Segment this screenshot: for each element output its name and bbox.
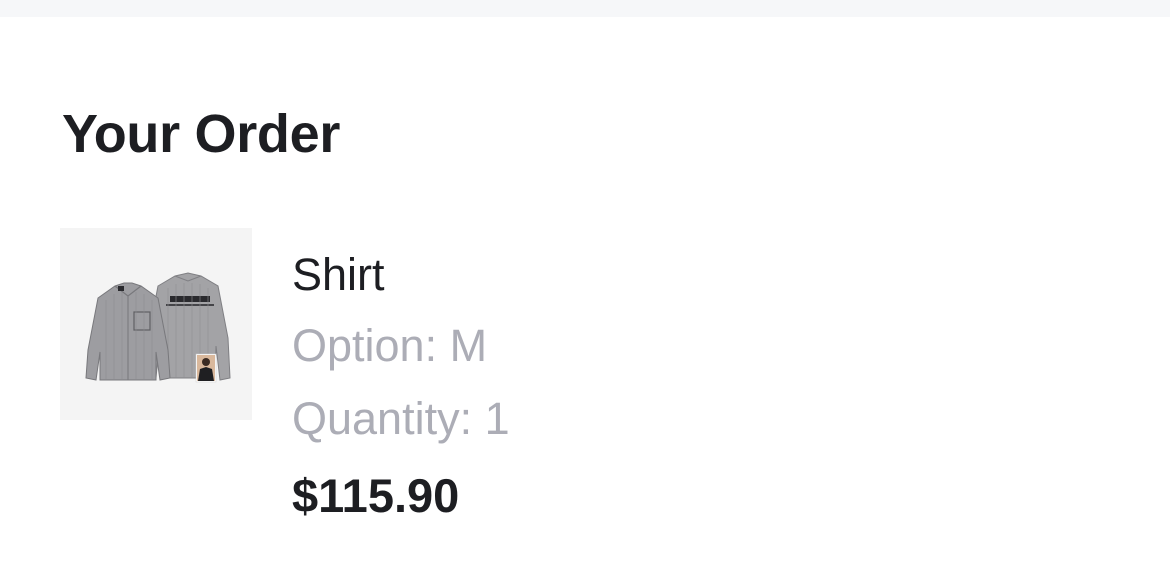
item-quantity: Quantity: 1 xyxy=(292,393,510,444)
top-bar xyxy=(0,0,1170,17)
item-name: Shirt xyxy=(292,249,385,300)
order-item: Shirt Option: M Quantity: 1 $115.90 xyxy=(60,228,760,528)
item-price: $115.90 xyxy=(292,469,460,522)
item-option: Option: M xyxy=(292,320,488,371)
photo-card-icon xyxy=(195,353,217,383)
shirt-icon xyxy=(85,272,231,383)
product-thumbnail xyxy=(60,228,252,420)
order-summary: Your Order Shirt Option: M Quantity: 1 $… xyxy=(0,17,1170,564)
page-title: Your Order xyxy=(62,104,341,164)
